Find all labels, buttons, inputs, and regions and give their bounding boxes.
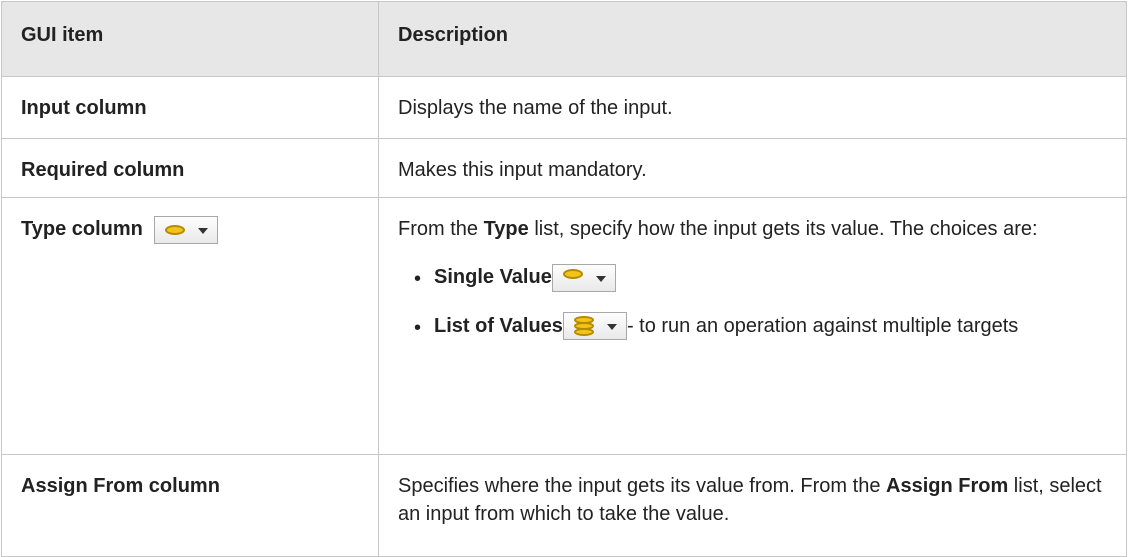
list-item: Single Value bbox=[414, 263, 1110, 293]
row-desc-type-column: From the Type list, specify how the inpu… bbox=[378, 197, 1127, 455]
choice-single-value-label: Single Value bbox=[434, 266, 552, 288]
table-row: Required column Makes this input mandato… bbox=[1, 138, 1127, 198]
type-dropdown-icon bbox=[154, 215, 219, 244]
list-of-values-dropdown-icon bbox=[562, 312, 627, 341]
row-desc-input-column: Displays the name of the input. bbox=[378, 76, 1127, 139]
row-item-required-column: Required column bbox=[1, 138, 379, 198]
row-item-input-column: Input column bbox=[1, 76, 379, 139]
gui-items-table: GUI item Description Input column Displa… bbox=[1, 1, 1127, 557]
single-value-coin-icon bbox=[562, 268, 583, 279]
header-gui-item: GUI item bbox=[1, 1, 379, 77]
chevron-down-icon bbox=[606, 324, 617, 331]
row-item-assign-from-column: Assign From column bbox=[1, 454, 379, 557]
single-value-dropdown-icon bbox=[551, 263, 616, 292]
table-row: Assign From column Specifies where the i… bbox=[1, 454, 1127, 557]
row-item-type-column: Type column bbox=[1, 197, 379, 455]
type-column-label: Type column bbox=[21, 218, 143, 240]
chevron-down-icon bbox=[198, 227, 209, 234]
table-header-row: GUI item Description bbox=[1, 1, 1127, 77]
table-row: Type column From the Type list, specify … bbox=[1, 197, 1127, 455]
type-choices-list: Single Value List of Values - to run an … bbox=[398, 263, 1110, 341]
list-of-values-coins-icon bbox=[573, 316, 594, 337]
choice-list-of-values-label: List of Values bbox=[434, 314, 563, 337]
single-value-coin-icon bbox=[165, 224, 186, 235]
row-desc-required-column: Makes this input mandatory. bbox=[378, 138, 1127, 198]
choice-list-of-values-suffix: - to run an operation against multiple t… bbox=[626, 314, 1019, 337]
row-desc-assign-from-column: Specifies where the input gets its value… bbox=[378, 454, 1127, 557]
chevron-down-icon bbox=[595, 275, 606, 282]
header-description: Description bbox=[378, 1, 1127, 77]
table-row: Input column Displays the name of the in… bbox=[1, 76, 1127, 139]
type-description: From the Type list, specify how the inpu… bbox=[398, 218, 1038, 240]
list-item: List of Values - to run an operation aga… bbox=[414, 312, 1110, 341]
